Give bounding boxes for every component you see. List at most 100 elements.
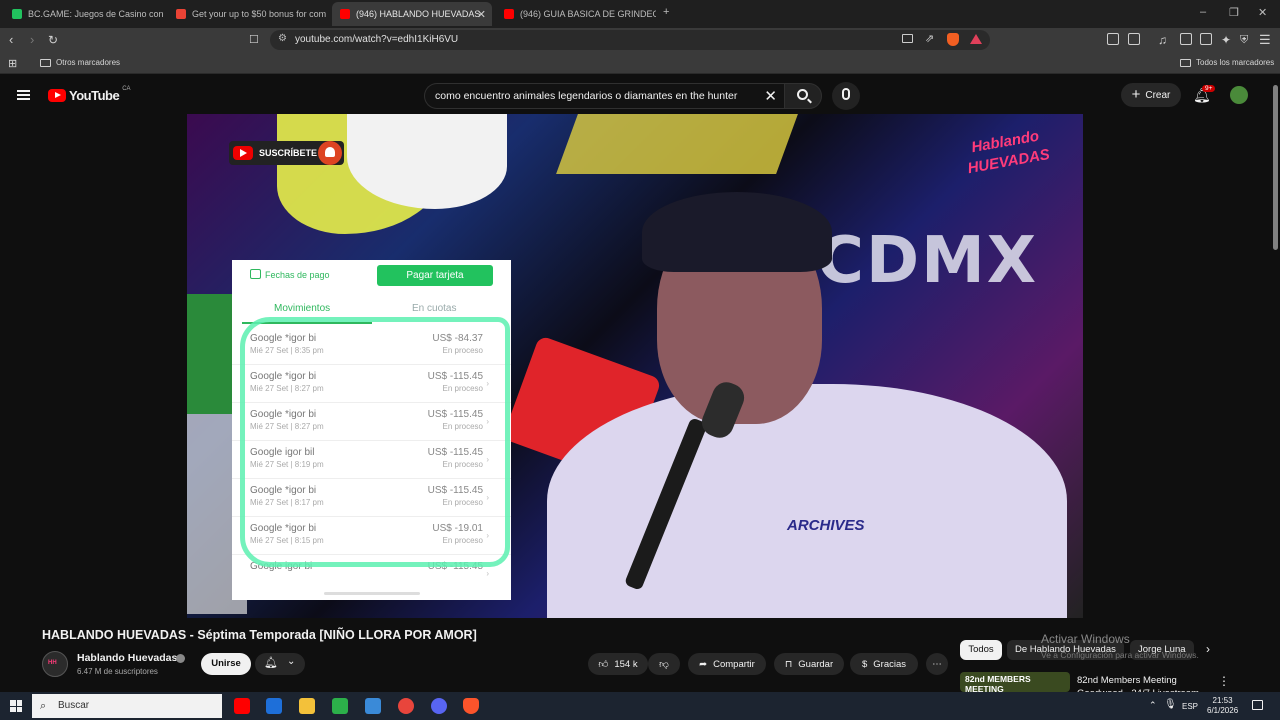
- search-input[interactable]: como encuentro animales legendarios o di…: [424, 83, 787, 109]
- youtube-icon: [340, 9, 350, 19]
- share-button[interactable]: ➦ Compartir: [688, 653, 766, 675]
- bookmarks-bar: ⊞ Otros marcadores Todos los marcadores: [0, 52, 1280, 74]
- share-label: Compartir: [713, 658, 755, 670]
- sidebar-icon[interactable]: [1128, 33, 1140, 45]
- thanks-button[interactable]: $ Gracias: [850, 653, 918, 675]
- brave-shields-icon[interactable]: [947, 33, 959, 46]
- dislike-button[interactable]: 👎︎: [648, 653, 680, 675]
- scrollbar-thumb[interactable]: [1273, 85, 1278, 250]
- browser-tab-youtube-guide[interactable]: (946) GUIA BASICA DE GRINDEO | Th: [496, 2, 656, 26]
- cast-icon[interactable]: [902, 34, 913, 43]
- browser-tab-youtube-active[interactable]: (946) HABLANDO HUEVADAS ✕: [332, 2, 492, 26]
- reading-list-icon[interactable]: [1180, 33, 1192, 45]
- site-info-icon[interactable]: ⚙: [278, 33, 287, 44]
- create-label: Crear: [1145, 89, 1171, 101]
- chevron-right-icon[interactable]: ›: [1206, 642, 1210, 656]
- windows-activation-subtext: Ve a Configuración para activar Windows.: [1041, 650, 1199, 660]
- share-icon[interactable]: ⇗: [925, 32, 934, 45]
- youtube-logo[interactable]: YouTube CA: [48, 85, 131, 103]
- youtube-logo-text: YouTube: [69, 88, 120, 103]
- bookmark-folder-label: Otros marcadores: [56, 58, 121, 67]
- more-vertical-icon[interactable]: ⋮: [1218, 674, 1230, 688]
- clock[interactable]: 21:53 6/1/2026: [1207, 696, 1238, 716]
- bookmark-icon[interactable]: ☐: [249, 32, 259, 48]
- thanks-label: Gracias: [873, 658, 907, 670]
- brave-rewards-icon[interactable]: [970, 34, 982, 44]
- youtube-header: YouTube CA como encuentro animales legen…: [0, 76, 1280, 114]
- tab-label: BC.GAME: Juegos de Casino con Crip: [28, 9, 164, 19]
- notification-center-icon[interactable]: [1252, 700, 1263, 710]
- reload-icon[interactable]: ↻: [48, 32, 58, 48]
- back-icon[interactable]: ‹: [9, 32, 13, 48]
- save-button[interactable]: ⊓ Guardar: [774, 653, 844, 675]
- gmail-icon: [176, 9, 186, 19]
- taskbar-search[interactable]: ⌕ Buscar: [32, 694, 222, 718]
- thumbs-up-icon: 👍︎: [598, 659, 609, 670]
- tab-label: Get your up to $50 bonus for com: [192, 9, 327, 19]
- create-button[interactable]: + Crear: [1121, 83, 1181, 107]
- microphone-tray-icon[interactable]: 🎙︎: [1164, 699, 1177, 710]
- calendar-icon: [250, 269, 261, 279]
- voice-search-button[interactable]: [832, 82, 860, 110]
- close-tab-icon[interactable]: ✕: [477, 8, 486, 21]
- chevron-up-icon[interactable]: ⌃: [1149, 700, 1157, 711]
- clear-search-icon[interactable]: ✕: [764, 87, 777, 105]
- windows-start-icon[interactable]: [10, 700, 22, 712]
- chrome-icon[interactable]: [398, 698, 414, 714]
- vpn-shield-icon[interactable]: ⛨: [1240, 32, 1248, 48]
- window-app-icon[interactable]: [365, 698, 381, 714]
- language-indicator[interactable]: ESP: [1182, 702, 1198, 711]
- forward-icon[interactable]: ›: [30, 32, 34, 48]
- channel-avatar[interactable]: HH: [42, 651, 68, 677]
- browser-tab-bcgame[interactable]: BC.GAME: Juegos de Casino con Crip: [4, 2, 164, 26]
- search-button[interactable]: [784, 83, 822, 109]
- like-count: 154 k: [614, 658, 638, 670]
- join-button[interactable]: Unirse: [201, 653, 251, 675]
- tab-installments: En cuotas: [412, 303, 457, 314]
- file-explorer-icon[interactable]: [299, 698, 315, 714]
- phone-home-indicator: [324, 592, 420, 595]
- maximize-icon[interactable]: ❐: [1229, 6, 1239, 19]
- plus-icon: +: [1131, 86, 1141, 103]
- new-tab-icon[interactable]: +: [663, 6, 669, 18]
- hamburger-menu-icon[interactable]: [17, 88, 30, 102]
- recommended-video-thumbnail[interactable]: 82nd MEMBERS MEETING: [960, 672, 1070, 692]
- wallet-icon[interactable]: [1200, 33, 1212, 45]
- chip-all[interactable]: Todos: [960, 640, 1002, 660]
- video-player[interactable]: CDMX ARCHIVES Hablando HUEVADAS SUSCRÍBE…: [187, 114, 1083, 618]
- channel-name[interactable]: Hablando Huevadas: [77, 652, 177, 664]
- avatar[interactable]: [1230, 86, 1248, 104]
- youtube-app-icon[interactable]: [234, 698, 250, 714]
- channel-logo: Hablando HUEVADAS: [957, 124, 1062, 207]
- browser-tab-gmail[interactable]: Get your up to $50 bonus for com: [168, 2, 328, 26]
- youtube-play-icon: [233, 146, 253, 160]
- media-icon[interactable]: ♫: [1158, 32, 1167, 48]
- bookmark-folder-others[interactable]: Otros marcadores: [40, 58, 120, 67]
- country-code: CA: [122, 85, 131, 92]
- youtube-play-icon: [48, 89, 66, 102]
- recommended-video-title[interactable]: 82nd Members Meeting Goodwood - 24/7 Liv…: [1077, 674, 1207, 692]
- discord-icon[interactable]: [431, 698, 447, 714]
- leo-ai-icon[interactable]: ✦: [1221, 32, 1231, 48]
- store-icon[interactable]: [266, 698, 282, 714]
- more-actions-button[interactable]: ⋯: [926, 653, 948, 675]
- tab-label: (946) GUIA BASICA DE GRINDEO | Th: [520, 9, 656, 19]
- subscription-bell-button[interactable]: 🔔︎ ⌄: [255, 653, 305, 675]
- address-bar[interactable]: ⚙ youtube.com/watch?v=edhI1KiH6VU ⇗: [270, 30, 990, 50]
- windows-activation-watermark: Activar Windows: [1041, 632, 1130, 646]
- more-horizontal-icon: ⋯: [932, 658, 942, 670]
- green-app-icon[interactable]: [332, 698, 348, 714]
- minimize-icon[interactable]: –: [1200, 6, 1206, 18]
- channel-avatar-logo-icon: HH: [48, 660, 57, 666]
- brave-icon[interactable]: [463, 698, 479, 714]
- apps-grid-icon[interactable]: ⊞: [8, 57, 17, 70]
- video-title: HABLANDO HUEVADAS - Séptima Temporada [N…: [42, 628, 477, 642]
- extensions-icon[interactable]: [1107, 33, 1119, 45]
- thumbs-down-icon: 👎︎: [659, 659, 669, 670]
- close-window-icon[interactable]: ✕: [1258, 6, 1267, 19]
- browser-tab-strip: BC.GAME: Juegos de Casino con Crip Get y…: [0, 0, 1280, 28]
- dollar-heart-icon: $: [861, 658, 868, 670]
- like-button[interactable]: 👍︎ 154 k: [588, 653, 648, 675]
- bookmark-folder-all[interactable]: Todos los marcadores: [1180, 58, 1274, 67]
- menu-icon[interactable]: ☰: [1259, 32, 1271, 48]
